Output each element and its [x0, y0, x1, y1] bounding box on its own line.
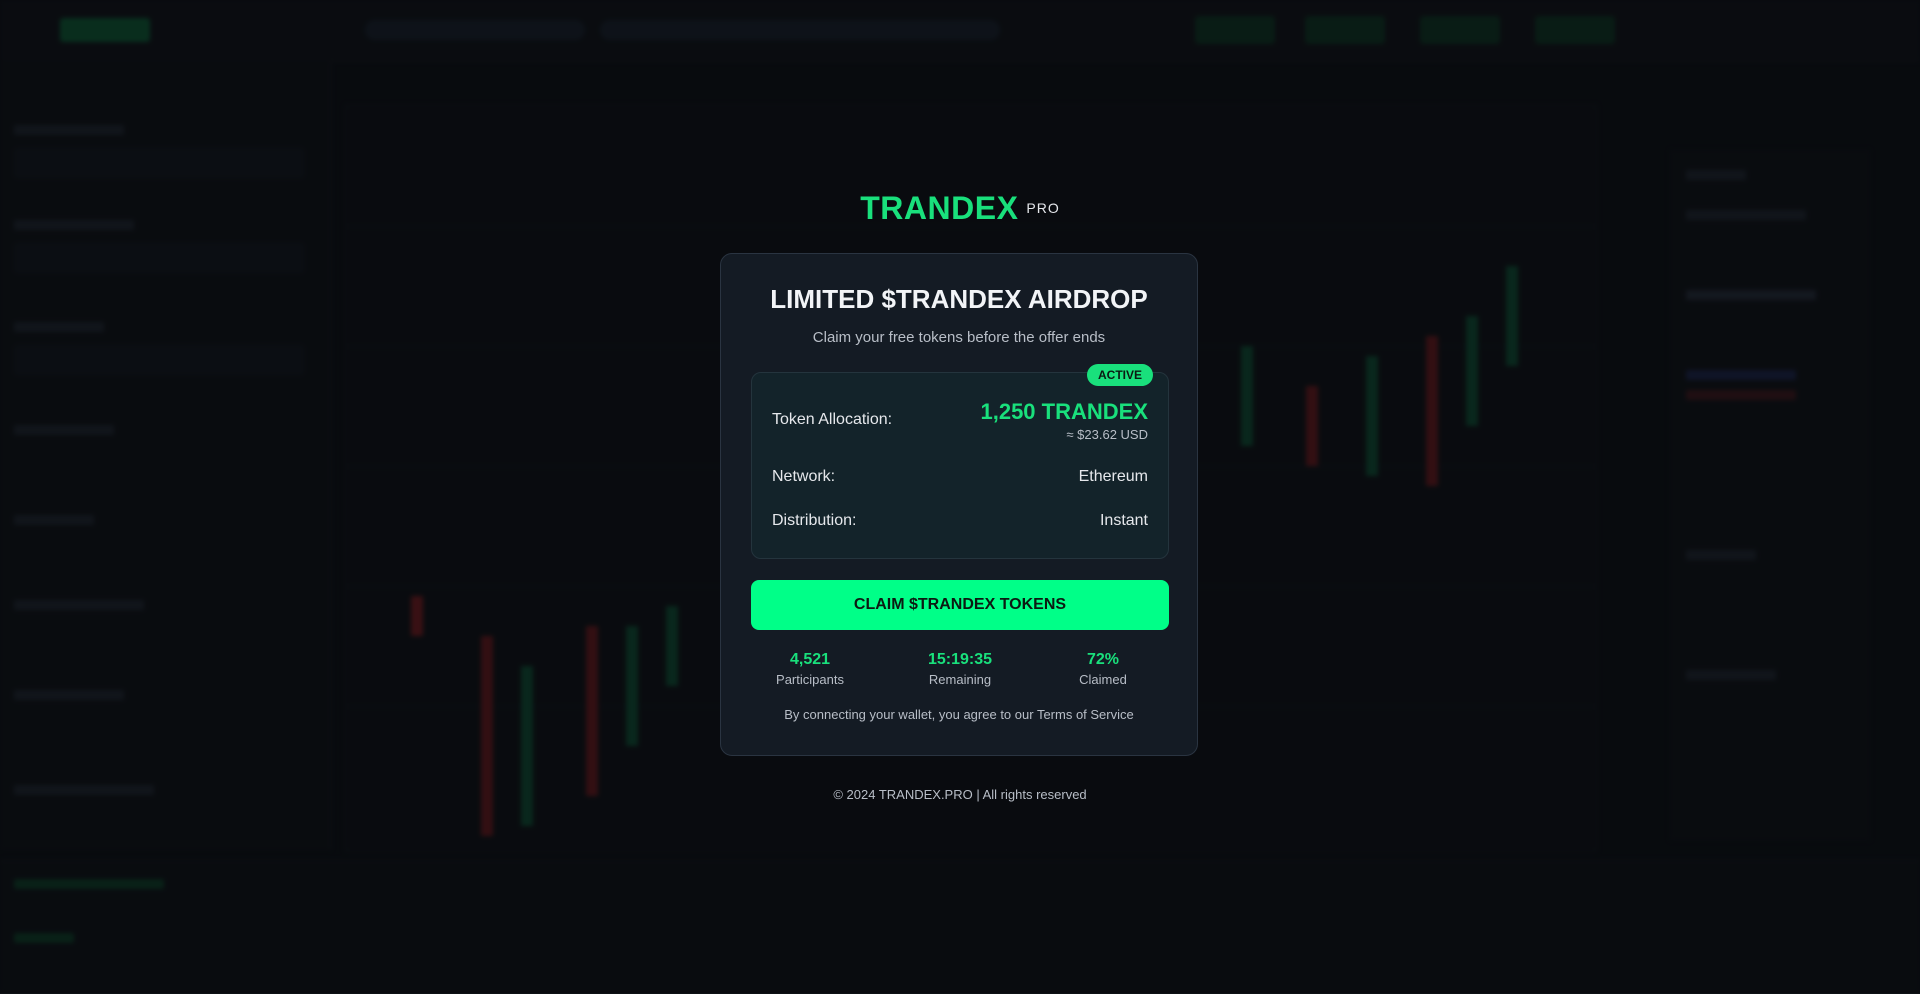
footer-copyright: © 2024 TRANDEX.PRO | All rights reserved	[833, 787, 1087, 802]
brand-header: TRANDEX PRO	[0, 190, 1920, 227]
stat-label: Claimed	[1079, 672, 1127, 687]
stat-label: Participants	[776, 672, 844, 687]
airdrop-modal: LIMITED $TRANDEX AIRDROP Claim your free…	[720, 253, 1198, 756]
allocation-usd: ≈ $23.62 USD	[1066, 427, 1148, 442]
stat-claimed: 72% Claimed	[1033, 651, 1173, 687]
brand-tag: PRO	[1026, 200, 1060, 216]
status-badge: ACTIVE	[1086, 364, 1153, 386]
stat-participants: 4,521 Participants	[740, 651, 880, 687]
network-value: Ethereum	[1078, 468, 1148, 485]
stat-value: 4,521	[789, 651, 831, 668]
allocation-value: 1,250 TRANDEX	[980, 399, 1148, 424]
allocation-label: Token Allocation:	[772, 411, 893, 428]
modal-subtitle: Claim your free tokens before the offer …	[812, 329, 1106, 346]
network-label: Network:	[772, 468, 836, 485]
stat-value: 72%	[1086, 651, 1120, 668]
stat-remaining: 15:19:35 Remaining	[890, 651, 1030, 687]
modal-title: LIMITED $TRANDEX AIRDROP	[770, 284, 1148, 314]
allocation-card: ACTIVE Token Allocation: 1,250 TRANDEX ≈…	[751, 364, 1169, 559]
brand-logo: TRANDEX	[860, 190, 1019, 226]
distribution-label: Distribution:	[772, 512, 857, 529]
stat-value: 15:19:35	[927, 651, 993, 668]
distribution-value: Instant	[1099, 512, 1148, 529]
claim-tokens-button[interactable]: CLAIM $TRANDEX TOKENS	[751, 580, 1169, 630]
stat-label: Remaining	[928, 672, 992, 687]
terms-text: By connecting your wallet, you agree to …	[784, 707, 1134, 722]
